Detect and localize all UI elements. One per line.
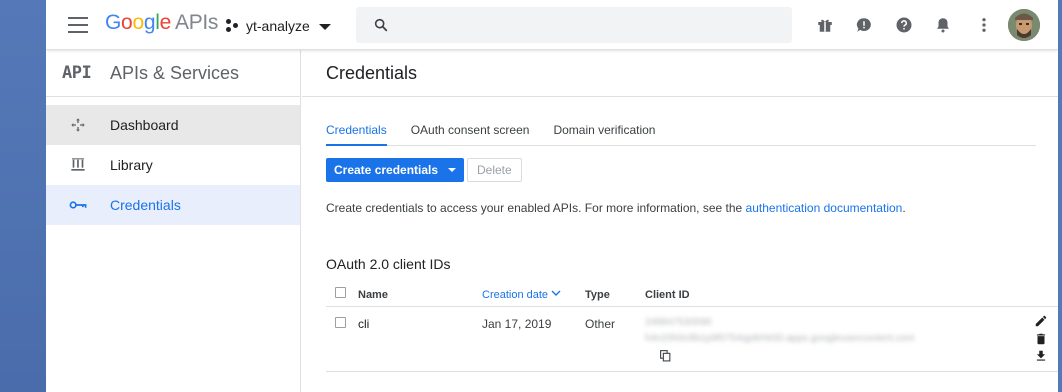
tab-oauth-consent-screen[interactable]: OAuth consent screen [411, 112, 530, 146]
info-text: Create credentials to access your enable… [326, 201, 906, 215]
sidebar-nav: Dashboard Library Credentials [46, 97, 300, 225]
sidebar-item-dashboard[interactable]: Dashboard [46, 105, 300, 145]
user-photo-icon [1008, 9, 1040, 41]
delete-icon[interactable] [1034, 332, 1048, 346]
api-logo: API [62, 63, 92, 83]
more-vert-icon[interactable] [975, 16, 993, 34]
column-header-client-id: Client ID [645, 289, 690, 301]
chevron-down-icon [318, 24, 331, 30]
create-credentials-button[interactable]: Create credentials [326, 158, 465, 182]
client-id-line-1: 248847530590 [645, 317, 712, 328]
google-apis-logo[interactable]: Google APIs [105, 11, 218, 35]
column-header-name: Name [358, 289, 388, 301]
table-row[interactable]: cli Jan 17, 2019 Other 248847530590 h4n2… [326, 307, 1058, 372]
sort-chevron-icon [551, 290, 561, 296]
page-title: Credentials [302, 50, 1058, 97]
column-header-creation-date[interactable]: Creation date [482, 289, 561, 301]
sidebar: API APIs & Services Dashboard Library Cr… [46, 50, 301, 392]
tab-bar: Credentials OAuth consent screen Domain … [326, 112, 1036, 146]
delete-button[interactable]: Delete [467, 158, 522, 182]
info-text-body: Create credentials to access your enable… [326, 201, 746, 215]
project-name: yt-analyze [246, 18, 310, 34]
row-checkbox[interactable] [335, 317, 346, 328]
edit-icon[interactable] [1034, 314, 1048, 328]
browser-window: Google APIs yt-analyze API APIs & Servic… [46, 0, 1058, 392]
help-icon[interactable] [895, 16, 913, 34]
create-credentials-label: Create credentials [334, 163, 439, 177]
table-header: Name Creation date Type Client ID [326, 283, 1058, 307]
info-text-end: . [902, 201, 906, 215]
search-icon [374, 18, 388, 32]
menu-icon[interactable] [68, 17, 88, 33]
section-title: OAuth 2.0 client IDs [326, 256, 451, 272]
desktop-background-right [1058, 0, 1062, 392]
client-name[interactable]: cli [358, 317, 369, 331]
client-type: Other [585, 317, 616, 331]
search-bar[interactable] [356, 7, 792, 43]
creation-date: Jan 17, 2019 [482, 317, 552, 331]
sidebar-item-label: Library [110, 157, 153, 173]
sidebar-title: APIs & Services [110, 62, 240, 83]
library-icon [71, 158, 85, 171]
notifications-icon[interactable] [934, 16, 952, 34]
copy-icon[interactable] [659, 349, 672, 362]
search-input[interactable] [402, 15, 772, 35]
gift-icon[interactable] [816, 16, 834, 34]
key-icon [69, 201, 87, 209]
oauth-clients-table: Name Creation date Type Client ID cli Ja… [326, 283, 1058, 372]
select-all-checkbox[interactable] [335, 287, 346, 298]
sidebar-header: API APIs & Services [46, 50, 300, 97]
feedback-icon[interactable] [855, 16, 873, 34]
main-content: Credentials Credentials OAuth consent sc… [302, 50, 1058, 392]
client-id-line-2: h4n20h0c8b1p9f0754qp8rhk50.apps.googleus… [645, 333, 915, 344]
desktop-background [0, 0, 46, 392]
top-app-bar: Google APIs yt-analyze [46, 0, 1058, 50]
column-header-creation-date-label: Creation date [482, 289, 549, 301]
avatar[interactable] [1008, 9, 1040, 41]
dashboard-icon [71, 118, 85, 132]
tab-domain-verification[interactable]: Domain verification [553, 112, 655, 146]
sidebar-item-label: Dashboard [110, 117, 179, 133]
project-icon [226, 19, 240, 33]
tab-credentials[interactable]: Credentials [326, 112, 387, 146]
column-header-type: Type [585, 289, 610, 301]
dropdown-arrow-icon [448, 168, 457, 172]
sidebar-item-label: Credentials [110, 197, 181, 213]
sidebar-item-credentials[interactable]: Credentials [46, 185, 300, 225]
sidebar-item-library[interactable]: Library [46, 145, 300, 185]
download-icon[interactable] [1034, 349, 1048, 363]
project-selector[interactable]: yt-analyze [226, 16, 331, 36]
authentication-documentation-link[interactable]: authentication documentation [746, 201, 903, 215]
